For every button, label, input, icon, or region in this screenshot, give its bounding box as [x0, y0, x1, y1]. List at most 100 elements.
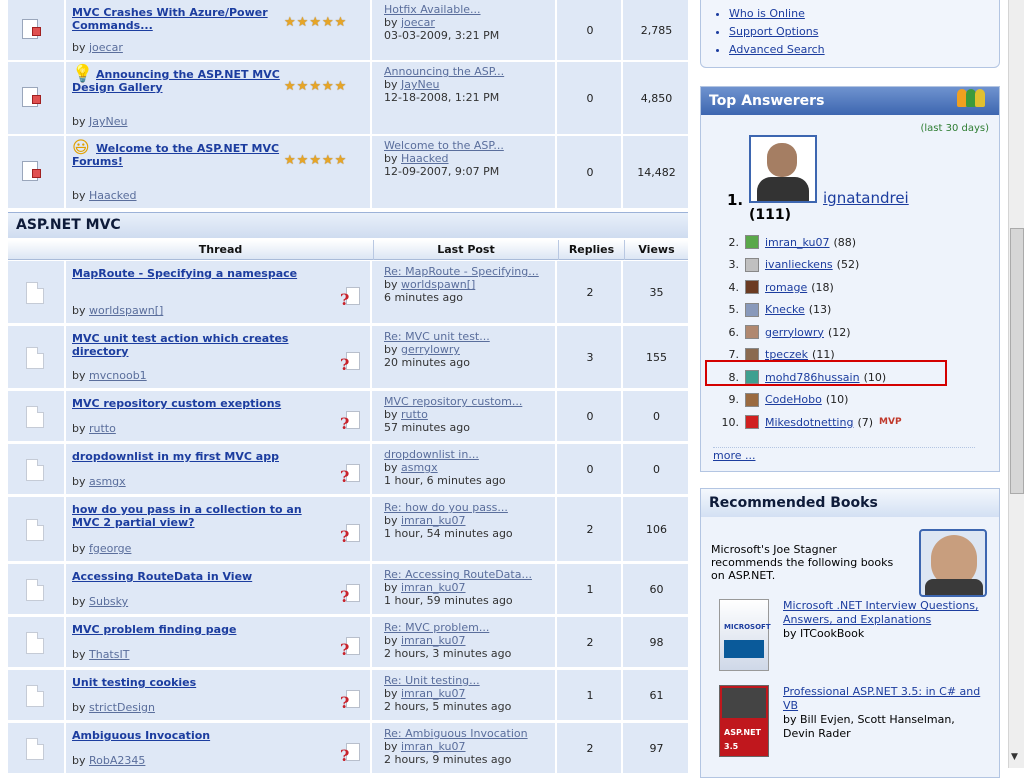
book-author-1: by ITCookBook: [783, 627, 865, 640]
last-post-title[interactable]: Welcome to the ASP...: [384, 139, 552, 152]
last-post-author[interactable]: imran_ku07: [401, 581, 466, 594]
last-post-title[interactable]: MVC repository custom...: [384, 395, 552, 408]
thread-row[interactable]: MapRoute - Specifying a namespace by worl…: [8, 261, 688, 325]
thread-title[interactable]: Accessing RouteData in View: [72, 570, 304, 583]
thread-row[interactable]: Unit testing cookies by strictDesign? Re: …: [8, 670, 688, 722]
last-post-title[interactable]: dropdownlist in...: [384, 448, 552, 461]
last-post-title[interactable]: Re: Ambiguous Invocation: [384, 727, 552, 740]
link-support-options[interactable]: Support Options: [729, 25, 818, 38]
last-post-author[interactable]: gerrylowry: [401, 343, 460, 356]
author-link[interactable]: rutto: [89, 422, 116, 435]
star-icon: ★: [309, 15, 321, 30]
section-header: ASP.NET MVC: [8, 212, 688, 238]
link-advanced-search[interactable]: Advanced Search: [729, 43, 825, 56]
last-post-title[interactable]: Re: Unit testing...: [384, 674, 552, 687]
answerer-name[interactable]: imran_ku07: [765, 236, 830, 249]
thread-title[interactable]: Unit testing cookies: [72, 676, 304, 689]
top-answerer-avatar[interactable]: [749, 135, 817, 203]
last-post-title[interactable]: Hotfix Available...: [384, 3, 552, 16]
thread-row[interactable]: MVC Crashes With Azure/Power Commands...…: [8, 0, 688, 62]
last-post-time: 20 minutes ago: [384, 356, 470, 369]
thread-author: by RobA2345: [72, 754, 146, 767]
unanswered-icon: ?: [340, 637, 362, 659]
book-title-1[interactable]: Microsoft .NET Interview Questions, Answ…: [783, 599, 989, 627]
thread-title[interactable]: MVC Crashes With Azure/Power Commands...: [72, 6, 304, 32]
last-post-author[interactable]: asmgx: [401, 461, 438, 474]
col-last-post[interactable]: Last Post: [374, 240, 559, 260]
reply-count: 0: [559, 136, 623, 208]
thread-title[interactable]: Announcing the ASP.NET MVC Design Galler…: [72, 68, 304, 94]
author-link[interactable]: Haacked: [89, 189, 137, 202]
scroll-down-icon[interactable]: ▼: [1011, 752, 1018, 762]
thread-title[interactable]: dropdownlist in my first MVC app: [72, 450, 304, 463]
thread-title[interactable]: MapRoute - Specifying a namespace: [72, 267, 304, 280]
last-post-title[interactable]: Re: MVC unit test...: [384, 330, 552, 343]
answerer-rank: 2.: [728, 235, 740, 249]
answerer-avatar-icon[interactable]: [745, 257, 759, 272]
answerer-name[interactable]: Mikesdotnetting: [765, 416, 853, 429]
author-link[interactable]: JayNeu: [89, 115, 127, 128]
last-post-author[interactable]: joecar: [401, 16, 435, 29]
answerer-name[interactable]: Knecke: [765, 303, 805, 316]
book-cover-2[interactable]: ASP.NET 3.5: [719, 685, 769, 757]
thread-row[interactable]: 😃 Welcome to the ASP.NET MVC Forums! by Ha…: [8, 136, 688, 210]
last-post-title[interactable]: Re: how do you pass...: [384, 501, 552, 514]
last-post-author[interactable]: worldspawn[]: [401, 278, 475, 291]
col-views[interactable]: Views: [625, 240, 688, 260]
more-answerers-link[interactable]: more ...: [713, 449, 755, 462]
answerer-name[interactable]: gerrylowry: [765, 326, 824, 339]
thread-row[interactable]: Ambiguous Invocation by RobA2345? Re: Ambi…: [8, 723, 688, 775]
author-link[interactable]: strictDesign: [89, 701, 155, 714]
col-replies[interactable]: Replies: [559, 240, 625, 260]
scrollbar-track[interactable]: ▼: [1008, 0, 1024, 768]
answerer-name[interactable]: CodeHobo: [765, 393, 822, 406]
thread-row[interactable]: MVC problem finding page by ThatsIT? Re: M…: [8, 617, 688, 669]
col-thread[interactable]: Thread: [68, 240, 374, 260]
top-answerers-title: Top Answerers: [709, 93, 825, 109]
thread-row[interactable]: MVC unit test action which creates direc…: [8, 326, 688, 390]
answerer-avatar-icon[interactable]: [745, 392, 759, 407]
book-cover-1[interactable]: MICROSOFT: [719, 599, 771, 671]
thread-row[interactable]: Accessing RouteData in View by Subsky? Re:…: [8, 564, 688, 616]
answerer-avatar-icon[interactable]: [745, 325, 759, 339]
first-answerer-name[interactable]: ignatandrei: [823, 189, 909, 207]
author-link[interactable]: RobA2345: [89, 754, 145, 767]
author-link[interactable]: joecar: [89, 41, 123, 54]
answerer-avatar-icon[interactable]: [745, 302, 759, 317]
thread-title[interactable]: MVC unit test action which creates direc…: [72, 332, 304, 358]
thread-title[interactable]: Ambiguous Invocation: [72, 729, 304, 742]
thread-row[interactable]: how do you pass in a collection to an MV…: [8, 497, 688, 563]
thread-title[interactable]: Welcome to the ASP.NET MVC Forums!: [72, 142, 304, 168]
answerer-name[interactable]: romage: [765, 281, 807, 294]
thread-title[interactable]: MVC repository custom exeptions: [72, 397, 304, 410]
last-post-author[interactable]: imran_ku07: [401, 687, 466, 700]
last-post-title[interactable]: Re: MVC problem...: [384, 621, 552, 634]
last-post-author[interactable]: JayNeu: [401, 78, 439, 91]
thread-row[interactable]: 💡 Announcing the ASP.NET MVC Design Galle…: [8, 62, 688, 136]
author-link[interactable]: mvcnoob1: [89, 369, 147, 382]
book-title-2[interactable]: Professional ASP.NET 3.5: in C# and VB: [783, 685, 989, 713]
last-post-author[interactable]: rutto: [401, 408, 428, 421]
thread-title[interactable]: MVC problem finding page: [72, 623, 304, 636]
thread-title[interactable]: how do you pass in a collection to an MV…: [72, 503, 304, 529]
last-post-title[interactable]: Re: MapRoute - Specifying...: [384, 265, 552, 278]
last-post-title[interactable]: Re: Accessing RouteData...: [384, 568, 552, 581]
author-link[interactable]: asmgx: [89, 475, 126, 488]
last-post-author[interactable]: imran_ku07: [401, 514, 466, 527]
answerer-avatar-icon[interactable]: [745, 415, 759, 429]
scrollbar-thumb[interactable]: [1010, 228, 1024, 494]
author-link[interactable]: ThatsIT: [89, 648, 129, 661]
answerer-name[interactable]: ivanlieckens: [765, 258, 833, 271]
author-link[interactable]: fgeorge: [89, 542, 131, 555]
thread-row[interactable]: MVC repository custom exeptions by rutto?…: [8, 391, 688, 443]
author-link[interactable]: Subsky: [89, 595, 128, 608]
last-post-author[interactable]: imran_ku07: [401, 634, 466, 647]
link-who-is-online[interactable]: Who is Online: [729, 7, 805, 20]
last-post-author[interactable]: imran_ku07: [401, 740, 466, 753]
answerer-avatar-icon[interactable]: [745, 235, 759, 249]
last-post-author[interactable]: Haacked: [401, 152, 449, 165]
thread-row[interactable]: dropdownlist in my first MVC app by asmgx…: [8, 444, 688, 496]
author-link[interactable]: worldspawn[]: [89, 304, 163, 317]
last-post-title[interactable]: Announcing the ASP...: [384, 65, 552, 78]
answerer-avatar-icon[interactable]: [745, 280, 759, 294]
